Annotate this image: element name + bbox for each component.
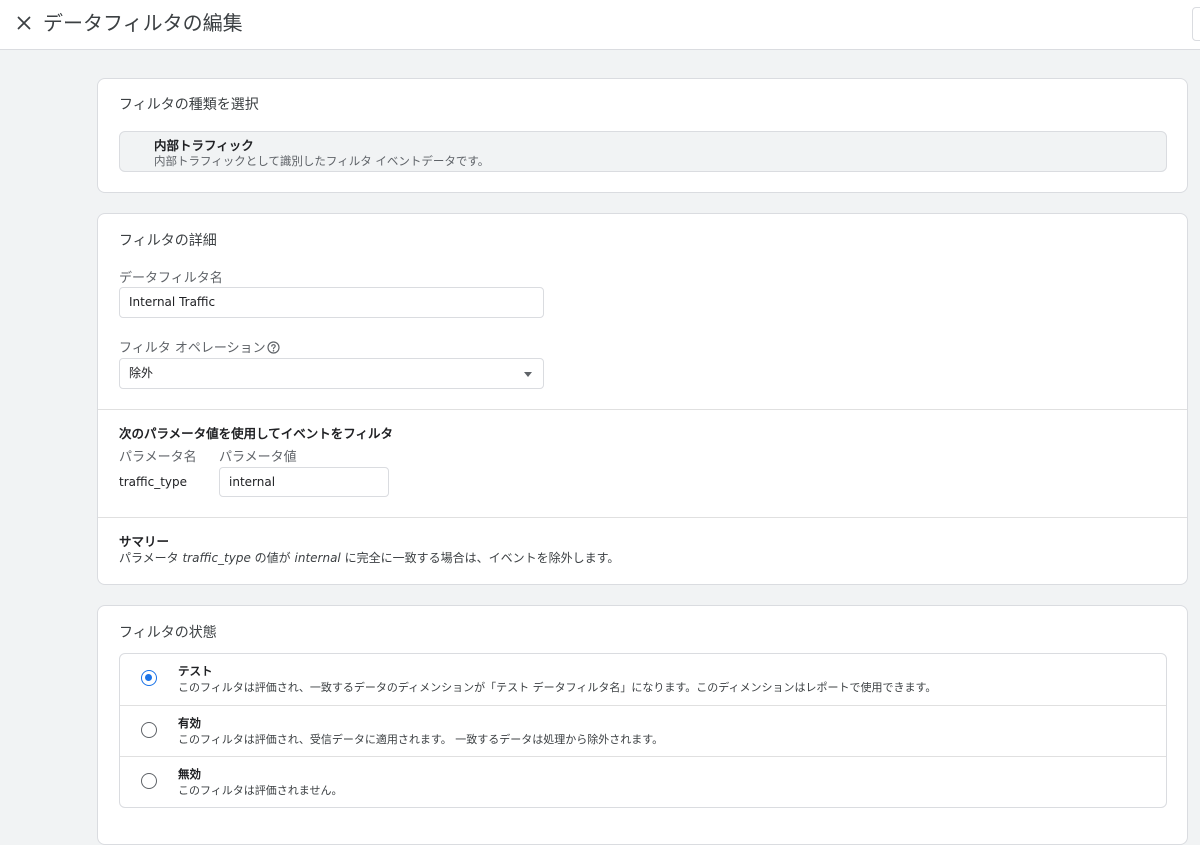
summary-text: パラメータ traffic_type の値が internal に完全に一致する… xyxy=(119,549,619,566)
help-circle-icon[interactable] xyxy=(267,341,280,354)
param-name-value: traffic_type xyxy=(119,475,187,489)
status-option-test[interactable]: テスト このフィルタは評価され、一致するデータのディメンションが「テスト データ… xyxy=(120,654,1166,705)
status-option-active[interactable]: 有効 このフィルタは評価され、受信データに適用されます。 一致するデータは処理か… xyxy=(120,705,1166,756)
filter-status-title: フィルタの状態 xyxy=(119,625,217,641)
summary-part3: に完全に一致する場合は、イベントを除外します。 xyxy=(340,551,620,565)
param-section-title: 次のパラメータ値を使用してイベントをフィルタ xyxy=(119,426,394,441)
page-title: データフィルタの編集 xyxy=(43,11,243,35)
filter-status-card: フィルタの状態 テスト このフィルタは評価され、一致するデータのディメンションが… xyxy=(97,605,1188,845)
status-option-desc: このフィルタは評価されません。 xyxy=(178,784,343,797)
summary-value: internal xyxy=(294,551,341,565)
filter-type-title: フィルタの種類を選択 xyxy=(119,97,259,113)
status-option-name: 無効 xyxy=(178,767,201,781)
header-action-edge[interactable] xyxy=(1192,7,1200,41)
status-option-name: テスト xyxy=(178,664,213,678)
radio-checked-icon[interactable] xyxy=(141,670,157,686)
section-divider xyxy=(98,517,1187,518)
param-name-header: パラメータ名 xyxy=(119,450,197,465)
filter-operation-value: 除外 xyxy=(129,366,154,380)
filter-name-input[interactable]: Internal Traffic xyxy=(119,287,544,318)
top-app-bar: データフィルタの編集 xyxy=(0,0,1200,50)
radio-unchecked-icon[interactable] xyxy=(141,722,157,738)
filter-type-name: 内部トラフィック xyxy=(154,138,254,153)
filter-name-label: データフィルタ名 xyxy=(119,271,223,286)
filter-operation-label-text: フィルタ オペレーション xyxy=(119,341,266,356)
status-option-name: 有効 xyxy=(178,716,201,730)
radio-unchecked-icon[interactable] xyxy=(141,773,157,789)
section-divider xyxy=(98,409,1187,410)
param-value-header: パラメータ値 xyxy=(219,450,297,465)
param-value-input[interactable]: internal xyxy=(219,467,389,497)
filter-status-options: テスト このフィルタは評価され、一致するデータのディメンションが「テスト データ… xyxy=(119,653,1167,808)
filter-details-card: フィルタの詳細 データフィルタ名 Internal Traffic フィルタ オ… xyxy=(97,213,1188,585)
status-option-inactive[interactable]: 無効 このフィルタは評価されません。 xyxy=(120,756,1166,807)
close-icon xyxy=(17,16,31,30)
status-option-desc: このフィルタは評価され、一致するデータのディメンションが「テスト データフィルタ… xyxy=(178,681,937,694)
summary-title: サマリー xyxy=(119,534,170,549)
summary-param: traffic_type xyxy=(182,551,251,565)
close-button[interactable] xyxy=(12,11,36,35)
filter-type-description: 内部トラフィックとして識別したフィルタ イベントデータです。 xyxy=(154,154,490,168)
dropdown-arrow-icon xyxy=(524,372,532,377)
filter-type-selector[interactable]: 内部トラフィック 内部トラフィックとして識別したフィルタ イベントデータです。 xyxy=(119,131,1167,172)
summary-part2: の値が xyxy=(250,551,295,565)
filter-operation-label: フィルタ オペレーション xyxy=(119,337,280,356)
filter-type-card: フィルタの種類を選択 内部トラフィック 内部トラフィックとして識別したフィルタ … xyxy=(97,78,1188,193)
filter-operation-select[interactable]: 除外 xyxy=(119,358,544,389)
summary-part1: パラメータ xyxy=(119,551,183,565)
filter-details-title: フィルタの詳細 xyxy=(119,233,217,249)
status-option-desc: このフィルタは評価され、受信データに適用されます。 一致するデータは処理から除外… xyxy=(178,733,664,746)
